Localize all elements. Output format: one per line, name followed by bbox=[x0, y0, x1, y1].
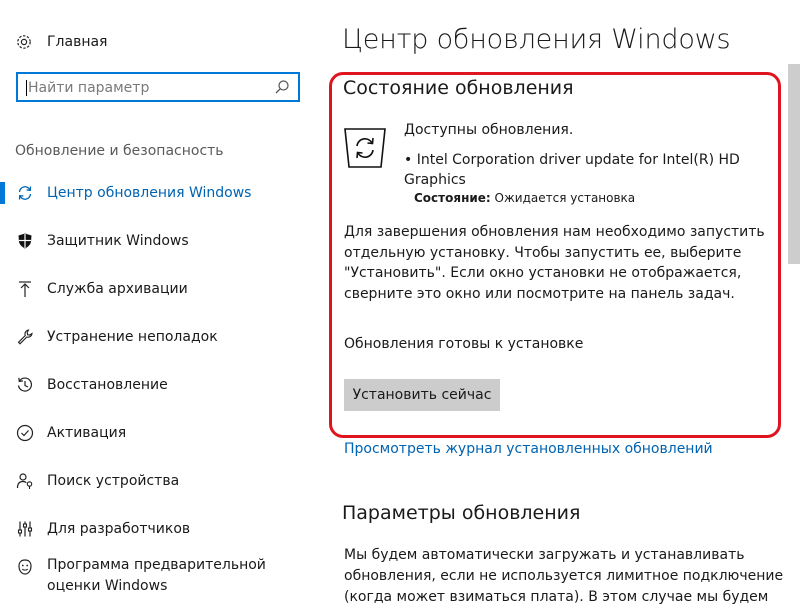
search-input[interactable] bbox=[28, 78, 268, 98]
home-label: Главная bbox=[47, 34, 108, 50]
update-settings-title: Параметры обновления bbox=[342, 502, 581, 524]
sidebar-item-developers[interactable]: Для разработчиков bbox=[0, 509, 318, 549]
update-item-name: • Intel Corporation driver update for In… bbox=[404, 152, 740, 188]
shield-icon bbox=[15, 231, 35, 251]
upload-arrow-icon bbox=[15, 279, 35, 299]
sidebar-item-recovery[interactable]: Восстановление bbox=[0, 365, 318, 405]
install-now-button[interactable]: Установить сейчас bbox=[344, 379, 500, 411]
scrollbar-thumb[interactable] bbox=[788, 64, 800, 264]
sidebar-item-backup[interactable]: Служба архивации bbox=[0, 269, 318, 309]
sidebar-item-label: Служба архивации bbox=[47, 281, 188, 297]
sidebar-item-windows-update[interactable]: Центр обновления Windows bbox=[0, 173, 318, 213]
smiley-icon bbox=[15, 557, 35, 577]
sync-icon bbox=[15, 183, 35, 203]
main-content: Центр обновления Windows Состояние обнов… bbox=[318, 0, 800, 605]
sidebar-item-insider[interactable]: Программа предварительной оценки Windows bbox=[0, 555, 318, 599]
sidebar-item-label: Устранение неполадок bbox=[47, 329, 218, 345]
update-settings-text: Мы будем автоматически загружать и устан… bbox=[344, 547, 784, 605]
update-sync-icon bbox=[343, 127, 387, 169]
text-cursor bbox=[26, 80, 27, 96]
sidebar-item-defender[interactable]: Защитник Windows bbox=[0, 221, 318, 261]
search-icon[interactable] bbox=[274, 79, 290, 95]
section-title: Обновление и безопасность bbox=[15, 143, 224, 159]
wrench-icon bbox=[15, 327, 35, 347]
status-value: Ожидается установка bbox=[494, 191, 636, 205]
check-circle-icon bbox=[15, 423, 35, 443]
sidebar-item-label: Поиск устройства bbox=[47, 473, 180, 489]
update-status-line: Состояние: Ожидается установка bbox=[414, 191, 635, 205]
updates-available-text: Доступны обновления. bbox=[404, 122, 574, 138]
sidebar-item-activation[interactable]: Активация bbox=[0, 413, 318, 453]
sidebar-item-label: Центр обновления Windows bbox=[47, 185, 252, 201]
history-icon bbox=[15, 375, 35, 395]
update-status-title: Состояние обновления bbox=[343, 77, 574, 99]
status-label: Состояние: bbox=[414, 191, 491, 205]
sidebar-item-troubleshoot[interactable]: Устранение неполадок bbox=[0, 317, 318, 357]
sidebar: Главная Обновление и безопасность Центр … bbox=[0, 0, 318, 600]
sidebar-item-label: Программа предварительной оценки Windows bbox=[47, 557, 266, 594]
sidebar-item-label: Для разработчиков bbox=[47, 521, 191, 537]
search-box[interactable] bbox=[16, 72, 300, 102]
home-nav-item[interactable]: Главная bbox=[14, 30, 107, 54]
sidebar-item-label: Восстановление bbox=[47, 377, 168, 393]
sidebar-item-label: Защитник Windows bbox=[47, 233, 189, 249]
update-history-link[interactable]: Просмотреть журнал установленных обновле… bbox=[344, 441, 713, 457]
gear-icon bbox=[14, 32, 34, 52]
developer-tools-icon bbox=[15, 519, 35, 539]
sidebar-item-label: Активация bbox=[47, 425, 127, 441]
install-description: Для завершения обновления нам необходимо… bbox=[344, 224, 765, 302]
page-title: Центр обновления Windows bbox=[342, 24, 731, 55]
sidebar-item-find-device[interactable]: Поиск устройства bbox=[0, 461, 318, 501]
ready-to-install-text: Обновления готовы к установке bbox=[344, 336, 584, 352]
person-location-icon bbox=[15, 471, 35, 491]
scrollbar[interactable] bbox=[786, 64, 800, 600]
